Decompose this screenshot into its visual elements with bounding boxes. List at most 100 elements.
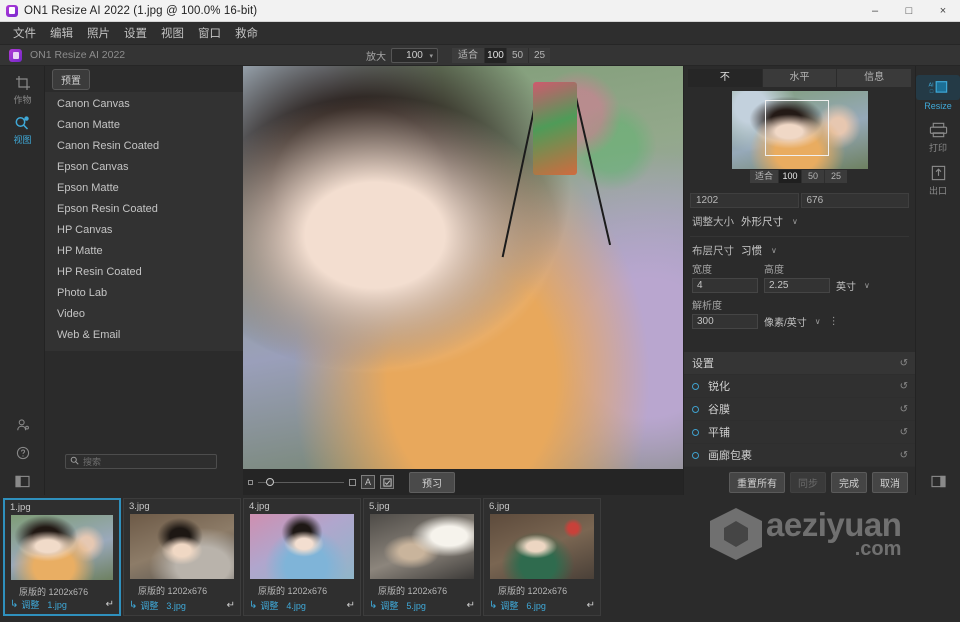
reset-icon[interactable]: ↺	[900, 427, 908, 438]
pixel-width-field[interactable]: 1202	[690, 193, 799, 208]
more-options-icon[interactable]: ⋮	[829, 316, 839, 327]
return-icon[interactable]: ↵	[347, 600, 355, 611]
done-button[interactable]: 完成	[831, 471, 867, 493]
search-box[interactable]: 搜索	[65, 454, 217, 469]
menu-file[interactable]: 文件	[6, 22, 43, 44]
navigator-fit-label[interactable]: 适合	[750, 170, 779, 183]
return-icon[interactable]: ↵	[587, 600, 595, 611]
return-icon[interactable]: ↵	[227, 600, 235, 611]
filmstrip-item-5[interactable]: 5.jpg 原版的 1202x676 ↳ 调整 5.jpg ↵	[363, 498, 481, 616]
mask-view-icon[interactable]	[380, 475, 394, 489]
help-icon[interactable]	[0, 439, 45, 467]
thumbnail-output-file[interactable]: 4.jpg	[286, 601, 306, 611]
preset-item-web-email[interactable]: Web & Email	[45, 325, 243, 346]
navigator-viewport-rect[interactable]	[765, 100, 829, 156]
section-film-grain[interactable]: 谷膜 ↺	[684, 398, 916, 421]
menu-settings[interactable]: 设置	[117, 22, 154, 44]
menu-photo[interactable]: 照片	[80, 22, 117, 44]
pixel-height-field[interactable]: 676	[800, 193, 909, 208]
main-photo-canvas[interactable]	[243, 66, 683, 469]
menu-view[interactable]: 视图	[154, 22, 191, 44]
thumbnail-image[interactable]	[490, 514, 594, 579]
section-tile[interactable]: 平铺 ↺	[684, 421, 916, 444]
close-button[interactable]: ×	[926, 0, 960, 22]
preset-item-hp-matte[interactable]: HP Matte	[45, 241, 243, 262]
return-icon[interactable]: ↵	[106, 599, 114, 610]
tool-crop[interactable]: 作物	[0, 66, 45, 106]
menu-help[interactable]: 救命	[228, 22, 265, 44]
preset-item-epson-resin-coated[interactable]: Epson Resin Coated	[45, 199, 243, 220]
fit-25-button[interactable]: 25	[528, 48, 550, 63]
tab-levels[interactable]: 水平	[762, 69, 838, 87]
account-icon[interactable]	[0, 411, 45, 439]
sync-button[interactable]: 同步	[790, 471, 826, 493]
resolution-input[interactable]: 300	[692, 314, 758, 329]
resolution-unit-select[interactable]: 像素/英寸	[764, 314, 807, 329]
unit-select[interactable]: 英寸	[836, 278, 856, 293]
cancel-button[interactable]: 取消	[872, 471, 908, 493]
section-toggle-icon[interactable]	[692, 405, 699, 413]
preset-item-photo-lab[interactable]: Photo Lab	[45, 283, 243, 304]
menu-window[interactable]: 窗口	[191, 22, 228, 44]
navigator-fit-25[interactable]: 25	[824, 170, 848, 183]
reset-icon[interactable]: ↺	[900, 404, 908, 415]
search-input[interactable]: 搜索	[83, 455, 101, 468]
return-icon[interactable]: ↵	[467, 600, 475, 611]
thumbnail-adjust-label[interactable]: 调整	[380, 599, 398, 612]
document-size-select[interactable]: 习惯	[741, 243, 762, 258]
reset-icon[interactable]: ↺	[900, 381, 908, 392]
thumbnail-size-slider[interactable]	[258, 478, 344, 486]
preset-item-epson-canvas[interactable]: Epson Canvas	[45, 157, 243, 178]
preset-item-canon-resin-coated[interactable]: Canon Resin Coated	[45, 136, 243, 157]
navigator-fit-100[interactable]: 100	[778, 170, 802, 183]
zoom-level-select[interactable]: 100 ▾	[391, 48, 438, 63]
thumbnail-image[interactable]	[370, 514, 474, 579]
preset-item-canon-canvas[interactable]: Canon Canvas	[45, 94, 243, 115]
thumbnail-output-file[interactable]: 6.jpg	[526, 601, 546, 611]
width-input[interactable]: 4	[692, 278, 758, 293]
section-gallery-wrap[interactable]: 画廊包裹 ↺	[684, 444, 916, 467]
tab-info[interactable]: 信息	[837, 69, 912, 87]
thumbnail-adjust-label[interactable]: 调整	[500, 599, 518, 612]
maximize-button[interactable]: □	[892, 0, 926, 22]
reset-icon[interactable]: ↺	[900, 450, 908, 461]
reset-icon[interactable]: ↺	[900, 358, 908, 369]
fit-100-button[interactable]: 100	[484, 48, 506, 63]
preset-item-video[interactable]: Video	[45, 304, 243, 325]
fit-50-button[interactable]: 50	[506, 48, 528, 63]
thumbnail-output-file[interactable]: 5.jpg	[406, 601, 426, 611]
filmstrip-item-4[interactable]: 4.jpg 原版的 1202x676 ↳ 调整 4.jpg ↵	[243, 498, 361, 616]
thumbnail-output-file[interactable]: 1.jpg	[47, 600, 67, 610]
slider-handle[interactable]	[266, 478, 274, 486]
tab-none[interactable]: 不	[688, 69, 763, 87]
module-export[interactable]: 出口	[916, 154, 960, 197]
section-toggle-icon[interactable]	[692, 428, 699, 436]
filmstrip-item-1[interactable]: 1.jpg 原版的 1202x676 ↳ 调整 1.jpg ↵	[3, 498, 121, 616]
navigator-fit-50[interactable]: 50	[801, 170, 825, 183]
thumbnail-output-file[interactable]: 3.jpg	[166, 601, 186, 611]
thumbnail-adjust-label[interactable]: 调整	[21, 598, 39, 611]
compare-a-button[interactable]: A	[361, 475, 375, 489]
thumbnail-image[interactable]	[130, 514, 234, 579]
preset-item-hp-canvas[interactable]: HP Canvas	[45, 220, 243, 241]
toggle-left-panel-icon[interactable]	[0, 467, 45, 495]
preset-button[interactable]: 预置	[52, 68, 90, 90]
preset-item-canon-matte[interactable]: Canon Matte	[45, 115, 243, 136]
thumbnail-image[interactable]	[250, 514, 354, 579]
section-toggle-icon[interactable]	[692, 382, 699, 390]
thumbnail-adjust-label[interactable]: 调整	[140, 599, 158, 612]
height-input[interactable]: 2.25	[764, 278, 830, 293]
module-print[interactable]: 打印	[916, 111, 960, 154]
section-toggle-icon[interactable]	[692, 451, 699, 459]
toggle-right-panel-icon[interactable]	[916, 467, 960, 495]
thumbnail-image[interactable]	[11, 515, 113, 580]
resize-mode-select[interactable]: 外形尺寸	[741, 214, 783, 229]
navigator-thumbnail[interactable]	[732, 91, 868, 169]
filmstrip-item-3[interactable]: 3.jpg 原版的 1202x676 ↳ 调整 3.jpg ↵	[123, 498, 241, 616]
menu-edit[interactable]: 编辑	[43, 22, 80, 44]
section-sharpening[interactable]: 锐化 ↺	[684, 375, 916, 398]
preset-item-hp-resin-coated[interactable]: HP Resin Coated	[45, 262, 243, 283]
tool-view[interactable]: 视图	[0, 106, 45, 146]
preset-item-epson-matte[interactable]: Epson Matte	[45, 178, 243, 199]
module-resize[interactable]: AI □ Resize	[916, 66, 960, 111]
